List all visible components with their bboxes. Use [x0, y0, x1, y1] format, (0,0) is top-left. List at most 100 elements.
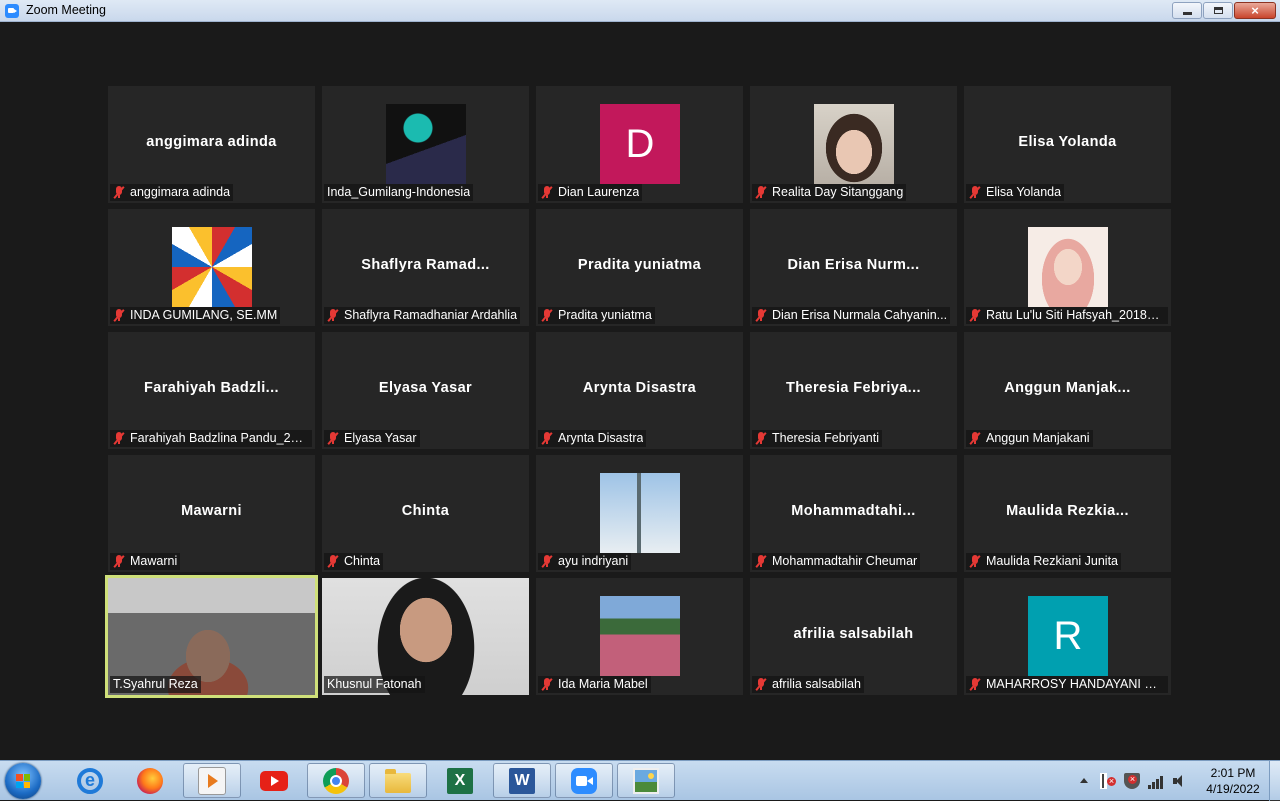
mic-muted-icon	[327, 555, 339, 568]
participant-name: Elisa Yolanda	[986, 185, 1062, 199]
participant-tile[interactable]: Ida Maria Mabel	[536, 578, 743, 695]
mic-muted-icon	[113, 432, 125, 445]
participant-name-label: Dian Laurenza	[538, 184, 643, 201]
folder-icon	[385, 768, 411, 793]
participant-name: Dian Erisa Nurmala Cahyanin...	[772, 308, 948, 322]
participant-name-label: Mohammadtahir Cheumar	[752, 553, 921, 570]
participant-name: afrilia salsabilah	[772, 677, 861, 691]
participant-display-name: Shaflyra Ramad...	[361, 257, 490, 273]
maximize-button[interactable]	[1203, 2, 1233, 19]
security-shield-icon[interactable]	[1124, 773, 1140, 789]
participant-name-label: Khusnul Fatonah	[324, 676, 425, 693]
participant-name: Theresia Febriyanti	[772, 431, 879, 445]
participant-name: Mohammadtahir Cheumar	[772, 554, 918, 568]
participant-tile[interactable]: Pradita yuniatma Pradita yuniatma	[536, 209, 743, 326]
minimize-button[interactable]	[1172, 2, 1202, 19]
participant-name: Inda_Gumilang-Indonesia	[327, 185, 471, 199]
taskbar-app-button[interactable]	[617, 763, 675, 798]
participant-tile[interactable]: Farahiyah Badzli... Farahiyah Badzlina Pa…	[108, 332, 315, 449]
participant-name: ayu indriyani	[558, 554, 629, 568]
close-button[interactable]: ×	[1234, 2, 1276, 19]
start-button[interactable]	[5, 763, 41, 799]
mic-muted-icon	[755, 678, 767, 691]
photo-viewer-icon	[633, 767, 659, 794]
participant-name-label: Shaflyra Ramadhaniar Ardahlia	[324, 307, 521, 324]
participant-tile[interactable]: Chinta Chinta	[322, 455, 529, 572]
participant-tile[interactable]: Khusnul Fatonah	[322, 578, 529, 695]
participant-name-label: MAHARROSY HANDAYANI SA...	[966, 676, 1168, 693]
mic-muted-icon	[113, 186, 125, 199]
participant-name-label: Ratu Lu'lu Siti Hafsyah_201811...	[966, 307, 1168, 324]
participant-name-label: Elisa Yolanda	[966, 184, 1065, 201]
participant-name-label: Anggun Manjakani	[966, 430, 1093, 447]
taskbar-clock[interactable]: 2:01 PM 4/19/2022	[1198, 765, 1268, 797]
taskbar-app-button[interactable]	[307, 763, 365, 798]
taskbar-app-button[interactable]: W	[493, 763, 551, 798]
mic-muted-icon	[755, 555, 767, 568]
participant-tile[interactable]: Mohammadtahi... Mohammadtahir Cheumar	[750, 455, 957, 572]
participant-tile[interactable]: Dian Erisa Nurm... Dian Erisa Nurmala Cah…	[750, 209, 957, 326]
mic-muted-icon	[969, 186, 981, 199]
taskbar-app-button[interactable]: e	[61, 763, 119, 798]
participant-name: Elyasa Yasar	[344, 431, 417, 445]
participant-tile[interactable]: Maulida Rezkia... Maulida Rezkiani Junita	[964, 455, 1171, 572]
participant-name-label: Realita Day Sitanggang	[752, 184, 907, 201]
show-hidden-icons-icon[interactable]	[1076, 773, 1092, 789]
participant-tile[interactable]: Shaflyra Ramad... Shaflyra Ramadhaniar Ar…	[322, 209, 529, 326]
mic-muted-icon	[541, 186, 553, 199]
mic-muted-icon	[541, 555, 553, 568]
participant-display-name: Farahiyah Badzli...	[144, 380, 279, 396]
system-tray: 2:01 PM 4/19/2022	[1072, 761, 1268, 801]
action-center-flag-icon[interactable]	[1100, 773, 1116, 789]
media-player-icon	[198, 766, 226, 795]
taskbar-app-button[interactable]	[245, 763, 303, 798]
mic-muted-icon	[113, 555, 125, 568]
participant-display-name: Maulida Rezkia...	[1006, 503, 1129, 519]
taskbar: e X W 2:01 PM 4/19/2022	[0, 760, 1280, 801]
window-controls: ×	[1172, 2, 1276, 19]
participant-tile[interactable]: ayu indriyani	[536, 455, 743, 572]
internet-explorer-icon: e	[77, 767, 103, 794]
participant-tile[interactable]: anggimara adinda anggimara adinda	[108, 86, 315, 203]
participant-tile[interactable]: D Dian Laurenza	[536, 86, 743, 203]
volume-icon[interactable]	[1172, 773, 1188, 789]
profile-picture	[600, 596, 680, 676]
mic-muted-icon	[541, 309, 553, 322]
mic-muted-icon	[969, 555, 981, 568]
participant-tile[interactable]: R MAHARROSY HANDAYANI SA...	[964, 578, 1171, 695]
participant-tile[interactable]: Ratu Lu'lu Siti Hafsyah_201811...	[964, 209, 1171, 326]
taskbar-app-button[interactable]	[183, 763, 241, 798]
mic-muted-icon	[969, 309, 981, 322]
participant-display-name: Mawarni	[181, 503, 242, 519]
participant-tile[interactable]: T.Syahrul Reza	[105, 575, 318, 698]
participant-name-label: T.Syahrul Reza	[110, 676, 201, 693]
participant-tile[interactable]: Arynta Disastra Arynta Disastra	[536, 332, 743, 449]
participant-tile[interactable]: Anggun Manjak... Anggun Manjakani	[964, 332, 1171, 449]
participant-tile[interactable]: INDA GUMILANG, SE.MM	[108, 209, 315, 326]
participant-display-name: Theresia Febriya...	[786, 380, 921, 396]
participant-tile[interactable]: Elyasa Yasar Elyasa Yasar	[322, 332, 529, 449]
taskbar-app-button[interactable]	[555, 763, 613, 798]
participant-name: INDA GUMILANG, SE.MM	[130, 308, 278, 322]
participant-name-label: Dian Erisa Nurmala Cahyanin...	[752, 307, 951, 324]
show-desktop-button[interactable]	[1269, 761, 1280, 801]
participant-tile[interactable]: Inda_Gumilang-Indonesia	[322, 86, 529, 203]
participant-display-name: anggimara adinda	[146, 134, 277, 150]
network-signal-icon[interactable]	[1148, 773, 1164, 789]
participant-tile[interactable]: Realita Day Sitanggang	[750, 86, 957, 203]
participant-tile[interactable]: Theresia Febriya... Theresia Febriyanti	[750, 332, 957, 449]
taskbar-app-button[interactable]	[121, 763, 179, 798]
participant-name-label: Ida Maria Mabel	[538, 676, 651, 693]
taskbar-app-button[interactable]: X	[431, 763, 489, 798]
word-icon: W	[509, 767, 535, 794]
excel-icon: X	[447, 767, 473, 794]
window-title: Zoom Meeting	[26, 3, 106, 17]
mic-muted-icon	[113, 309, 125, 322]
avatar-letter: D	[600, 104, 680, 184]
participant-tile[interactable]: Mawarni Mawarni	[108, 455, 315, 572]
participant-name-label: Arynta Disastra	[538, 430, 647, 447]
taskbar-app-button[interactable]	[369, 763, 427, 798]
participant-tile[interactable]: Elisa Yolanda Elisa Yolanda	[964, 86, 1171, 203]
participant-tile[interactable]: afrilia salsabilah afrilia salsabilah	[750, 578, 957, 695]
participant-display-name: Arynta Disastra	[582, 380, 697, 396]
